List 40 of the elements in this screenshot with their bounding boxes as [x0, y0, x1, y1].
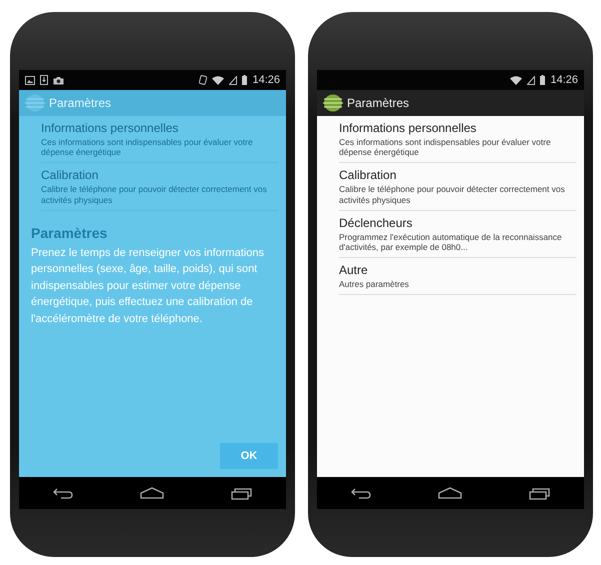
settings-item-subtitle: Calibre le téléphone pour pouvoir détecter correctement vos activités physiques: [41, 184, 268, 205]
signal-icon: [229, 76, 238, 84]
app-title: Paramètres: [347, 96, 410, 110]
settings-item[interactable]: Autre Autres paramètres: [339, 258, 576, 296]
settings-item[interactable]: Calibration Calibre le téléphone pour pouvoir détecter correctement vos activités physiques: [339, 163, 576, 211]
settings-item[interactable]: Déclencheurs Programmez l'exécution automatique de la reconnaissance d'activités, par exemple de 08h0...: [339, 210, 576, 258]
app-logo-icon: [323, 94, 343, 112]
battery-icon: [242, 75, 248, 85]
settings-item-title: Calibration: [41, 168, 100, 182]
settings-item-title: Informations personnelles: [41, 121, 180, 135]
back-icon[interactable]: [52, 487, 74, 499]
settings-item-title: Autre: [339, 263, 369, 278]
app-logo-icon: [25, 94, 45, 112]
back-icon[interactable]: [350, 487, 372, 499]
recent-apps-icon[interactable]: [528, 486, 551, 500]
camera-icon: [53, 76, 64, 84]
settings-item-subtitle: Programmez l'exécution automatique de la reconnaissance d'activités, par exemple de 08h0...: [339, 232, 563, 252]
image-icon: [25, 76, 35, 84]
status-time: 14:26: [550, 74, 578, 86]
wifi-icon: [212, 76, 224, 84]
tutorial-title: Paramètres: [31, 224, 108, 241]
settings-item-subtitle: Ces informations sont indispensables pour évaluer votre dépense énergétique: [339, 137, 552, 158]
settings-item-title: Déclencheurs: [339, 216, 414, 230]
settings-item-subtitle: Ces informations sont indispensables pour évaluer votre dépense énergétique: [41, 137, 254, 158]
home-icon[interactable]: [438, 487, 462, 499]
wifi-icon: [510, 76, 522, 84]
tutorial-text: Prenez le temps de renseigner vos informations personnelles (sexe, âge, taille, poids), qui sont indispensables pour estimer votre dépense énergétique, puis effectuez une calibration de l'accéléromètre de votre téléphone.: [31, 246, 265, 327]
download-icon: [40, 75, 48, 85]
settings-item-subtitle: Calibre le téléphone pour pouvoir détecter correctement vos activités physiques: [339, 184, 566, 205]
settings-item-subtitle: Autres paramètres: [339, 279, 410, 290]
app-title: Paramètres: [49, 96, 112, 110]
settings-item[interactable]: Informations personnelles Ces informations sont indispensables pour évaluer votre dépense énergétique: [339, 116, 576, 164]
status-time: 14:26: [252, 74, 280, 86]
home-icon[interactable]: [140, 487, 164, 499]
recent-apps-icon[interactable]: [230, 486, 253, 500]
battery-icon: [540, 75, 546, 85]
signal-icon: [527, 76, 536, 84]
settings-item-title: Informations personnelles: [339, 121, 478, 135]
rotate-icon: [199, 75, 208, 85]
settings-item-title: Calibration: [339, 168, 398, 182]
